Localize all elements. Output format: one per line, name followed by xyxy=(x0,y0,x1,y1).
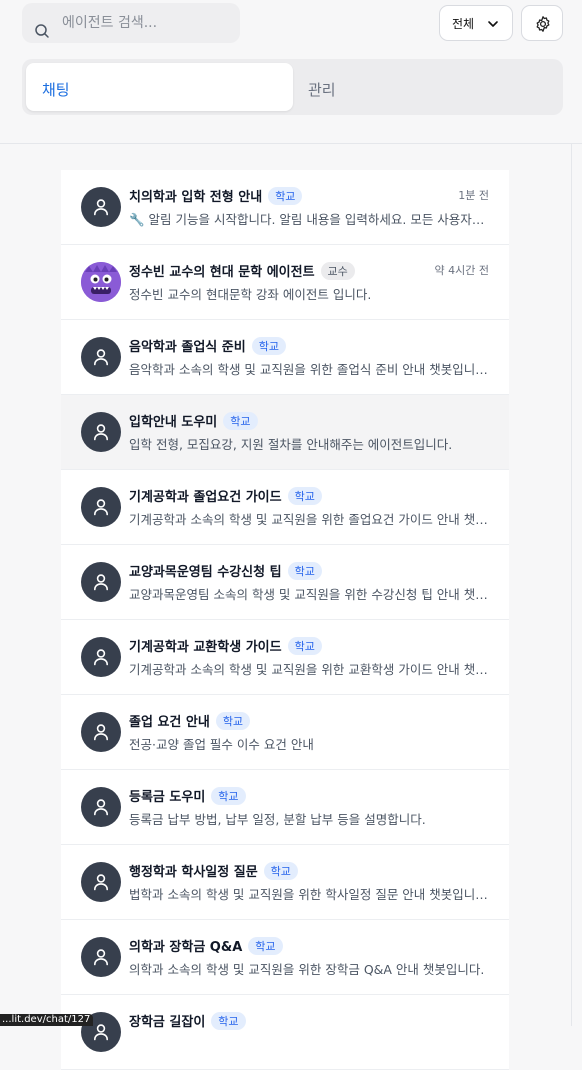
tab-manage[interactable]: 관리 xyxy=(308,79,336,100)
agent-title: 행정학과 학사일정 질문 학교 xyxy=(129,861,298,880)
category-badge: 학교 xyxy=(223,412,258,430)
agent-description: 기계공학과 소속의 학생 및 교직원을 위한 졸업요건 가이드 안내 챗봇입니다… xyxy=(129,512,489,527)
search-box[interactable] xyxy=(22,3,240,43)
avatar xyxy=(81,187,121,227)
filter-label: 전체 xyxy=(452,17,475,31)
agent-row[interactable]: 치의학과 입학 전형 안내 학교 1분 전 🔧 알림 기능을 시작합니다. 알림 … xyxy=(61,170,509,245)
avatar xyxy=(81,412,121,452)
avatar xyxy=(81,262,121,302)
settings-button[interactable] xyxy=(521,5,563,41)
agent-row[interactable]: 정수빈 교수의 현대 문학 에이전트 교수 약 4시간 전 정수빈 교수의 현대문… xyxy=(61,245,509,320)
category-badge: 학교 xyxy=(263,862,298,880)
avatar xyxy=(81,487,121,527)
agent-list: 치의학과 입학 전형 안내 학교 1분 전 🔧 알림 기능을 시작합니다. 알림 … xyxy=(61,170,509,1070)
gear-icon xyxy=(536,16,550,32)
agent-title: 등록금 도우미 학교 xyxy=(129,786,246,805)
agent-row[interactable]: 교양과목운영팀 수강신청 팁 학교 교양과목운영팀 소속의 학생 및 교직원을 위… xyxy=(61,545,509,620)
user-icon xyxy=(94,349,108,366)
agent-description: 전공·교양 졸업 필수 이수 요건 안내 xyxy=(129,737,314,752)
agent-title: 졸업 요건 안내 학교 xyxy=(129,711,251,730)
scrollbar[interactable] xyxy=(571,144,572,1026)
agent-title: 교양과목운영팀 수강신청 팁 학교 xyxy=(129,561,322,580)
agent-description: 정수빈 교수의 현대문학 강좌 에이전트 입니다. xyxy=(129,287,372,302)
agent-description: 기계공학과 소속의 학생 및 교직원을 위한 교환학생 가이드 안내 챗봇입니다… xyxy=(129,662,489,677)
agent-title: 음악학과 졸업식 준비 학교 xyxy=(129,336,286,355)
agent-description: 의학과 소속의 학생 및 교직원을 위한 장학금 Q&A 안내 챗봇입니다. xyxy=(129,962,485,977)
user-icon xyxy=(94,499,108,516)
agent-row[interactable]: 의학과 장학금 Q&A 학교 의학과 소속의 학생 및 교직원을 위한 장학금 Q… xyxy=(61,920,509,995)
agent-description: 교양과목운영팀 소속의 학생 및 교직원을 위한 수강신청 팁 안내 챗봇입니다… xyxy=(129,587,489,602)
filter-dropdown[interactable]: 전체 xyxy=(439,5,513,41)
category-badge: 학교 xyxy=(248,937,283,955)
avatar xyxy=(81,787,121,827)
agent-row[interactable]: 입학안내 도우미 학교 입학 전형, 모집요강, 지원 절차를 안내해주는 에이전… xyxy=(61,395,509,470)
tab-bar: 채팅 관리 xyxy=(22,59,563,115)
category-badge: 학교 xyxy=(287,637,322,655)
agent-row[interactable]: 기계공학과 교환학생 가이드 학교 기계공학과 소속의 학생 및 교직원을 위한 … xyxy=(61,620,509,695)
timestamp: 약 4시간 전 xyxy=(434,264,489,277)
avatar xyxy=(81,937,121,977)
avatar xyxy=(81,562,121,602)
agent-row[interactable]: 장학금 길잡이 학교 xyxy=(61,995,509,1070)
tab-chat-label: 채팅 xyxy=(42,81,70,99)
status-url: ...lit.dev/chat/127 xyxy=(0,1014,93,1026)
top-bar: 전체 채팅 관리 xyxy=(0,0,582,144)
avatar xyxy=(81,862,121,902)
agent-description: 🔧 알림 기능을 시작합니다. 알림 내용을 입력하세요. 모든 사용자에게 알… xyxy=(129,212,489,227)
agent-row[interactable]: 졸업 요건 안내 학교 전공·교양 졸업 필수 이수 요건 안내 xyxy=(61,695,509,770)
agent-description: 입학 전형, 모집요강, 지원 절차를 안내해주는 에이전트입니다. xyxy=(129,437,453,452)
timestamp: 1분 전 xyxy=(458,189,489,202)
user-icon xyxy=(94,199,108,216)
search-icon xyxy=(35,24,49,38)
chevron-down-icon xyxy=(488,21,498,27)
agent-row[interactable]: 음악학과 졸업식 준비 학교 음악학과 소속의 학생 및 교직원을 위한 졸업식 … xyxy=(61,320,509,395)
monster-avatar-icon xyxy=(81,262,121,302)
agent-row[interactable]: 등록금 도우미 학교 등록금 납부 방법, 납부 일정, 분할 납부 등을 설명합… xyxy=(61,770,509,845)
category-badge: 학교 xyxy=(211,1012,246,1030)
user-icon xyxy=(94,949,108,966)
category-badge: 학교 xyxy=(211,787,246,805)
agent-title: 의학과 장학금 Q&A 학교 xyxy=(129,936,283,955)
agent-description: 음악학과 소속의 학생 및 교직원을 위한 졸업식 준비 안내 챗봇입니다. xyxy=(129,362,489,377)
agent-title: 장학금 길잡이 학교 xyxy=(129,1011,246,1030)
user-icon xyxy=(94,574,108,591)
avatar xyxy=(81,337,121,377)
avatar xyxy=(81,712,121,752)
agent-title: 정수빈 교수의 현대 문학 에이전트 교수 xyxy=(129,261,355,280)
user-icon xyxy=(94,874,108,891)
user-icon xyxy=(94,724,108,741)
search-input[interactable] xyxy=(62,3,232,43)
agent-title: 치의학과 입학 전형 안내 학교 xyxy=(129,186,303,205)
user-icon xyxy=(94,649,108,666)
user-icon xyxy=(94,424,108,441)
tab-chat[interactable]: 채팅 xyxy=(26,63,293,111)
category-badge: 학교 xyxy=(251,337,286,355)
category-badge: 학교 xyxy=(215,712,251,730)
category-badge: 교수 xyxy=(320,262,355,280)
agent-description: 법학과 소속의 학생 및 교직원을 위한 학사일정 질문 안내 챗봇입니다. xyxy=(129,887,489,902)
agent-row[interactable]: 기계공학과 졸업요건 가이드 학교 기계공학과 소속의 학생 및 교직원을 위한 … xyxy=(61,470,509,545)
agent-title: 기계공학과 졸업요건 가이드 학교 xyxy=(129,486,322,505)
avatar xyxy=(81,637,121,677)
agent-description: 등록금 납부 방법, 납부 일정, 분할 납부 등을 설명합니다. xyxy=(129,812,426,827)
agent-title: 입학안내 도우미 학교 xyxy=(129,411,258,430)
category-badge: 학교 xyxy=(268,187,303,205)
agent-row[interactable]: 행정학과 학사일정 질문 학교 법학과 소속의 학생 및 교직원을 위한 학사일정… xyxy=(61,845,509,920)
category-badge: 학교 xyxy=(287,562,322,580)
category-badge: 학교 xyxy=(287,487,322,505)
user-icon xyxy=(94,1024,108,1041)
agent-title: 기계공학과 교환학생 가이드 학교 xyxy=(129,636,322,655)
user-icon xyxy=(94,799,108,816)
